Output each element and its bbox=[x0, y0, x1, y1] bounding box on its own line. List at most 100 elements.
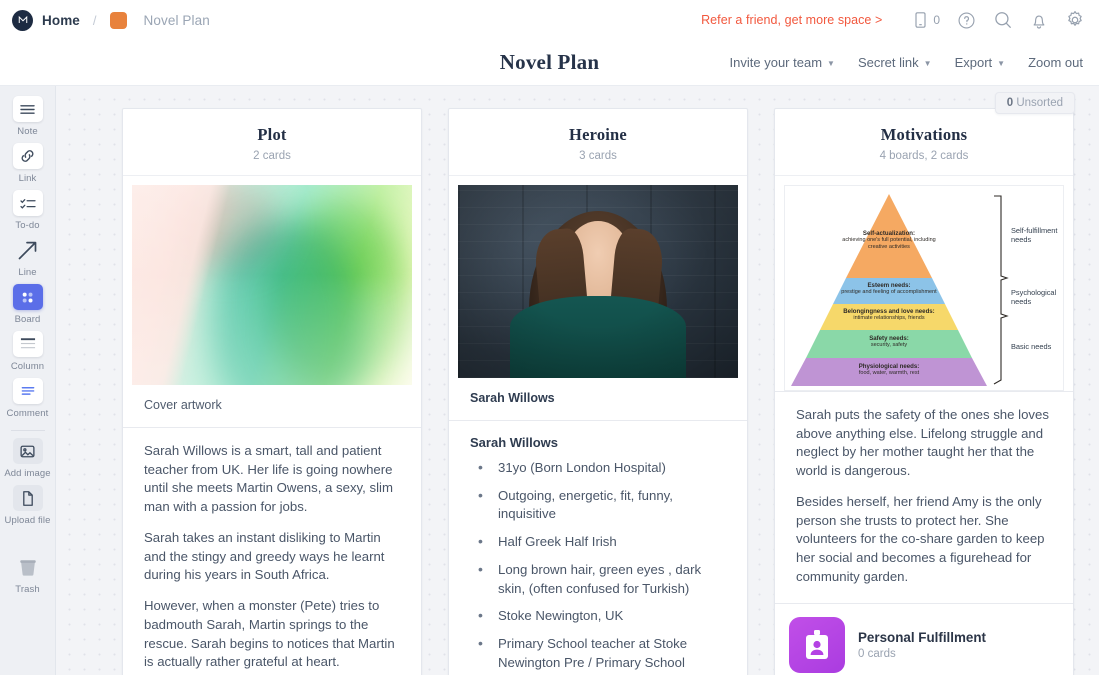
paragraph: However, when a monster (Pete) tries to … bbox=[144, 598, 395, 670]
card-maslow-diagram[interactable]: Self-actualization: achieving one's full… bbox=[775, 176, 1073, 392]
card-caption: Cover artwork bbox=[144, 398, 222, 412]
tool-comment[interactable]: Comment bbox=[0, 374, 56, 421]
board-canvas[interactable]: 0 Unsorted Plot 2 cards Cover artwork Sa… bbox=[56, 86, 1099, 675]
export-button[interactable]: Export ▼ bbox=[955, 55, 1006, 70]
card-body: Sarah puts the safety of the ones she lo… bbox=[775, 392, 1073, 603]
invite-your-team-label: Invite your team bbox=[729, 55, 823, 70]
bracket-label: Psychological needs bbox=[1011, 288, 1057, 307]
pyramid-brackets: Self-fulfillment needs Psychological nee… bbox=[991, 194, 1063, 386]
sarah-willows-portrait-photo bbox=[458, 185, 738, 378]
pyramid-level-belongingness: Belongingness and love needs: intimate r… bbox=[791, 304, 987, 330]
device-count-label: 0 bbox=[933, 13, 940, 27]
tool-todo[interactable]: To-do bbox=[0, 186, 56, 233]
tool-link-label: Link bbox=[18, 173, 37, 184]
workspace: Note Link To-do Line Board Column Commen… bbox=[0, 86, 1099, 675]
app-root: Home / Novel Plan Refer a friend, get mo… bbox=[0, 0, 1099, 675]
board-card-count: 0 cards bbox=[858, 647, 896, 660]
tool-comment-label: Comment bbox=[6, 408, 49, 419]
board-text: Personal Fulfillment 0 cards bbox=[858, 630, 986, 660]
connected-devices[interactable]: 0 bbox=[913, 11, 940, 29]
line-arrow-icon bbox=[13, 237, 43, 263]
column-title[interactable]: Motivations bbox=[785, 125, 1063, 145]
tool-rail: Note Link To-do Line Board Column Commen… bbox=[0, 86, 56, 675]
tool-line[interactable]: Line bbox=[0, 233, 56, 280]
secret-link-button[interactable]: Secret link ▼ bbox=[858, 55, 932, 70]
bracket-label: Basic needs bbox=[1011, 342, 1052, 351]
paragraph: Sarah takes an instant disliking to Mart… bbox=[144, 529, 385, 583]
breadcrumb-document[interactable]: Novel Plan bbox=[144, 13, 210, 28]
id-badge-icon bbox=[789, 616, 845, 673]
top-bar: Home / Novel Plan Refer a friend, get mo… bbox=[0, 0, 1099, 40]
zoom-out-button[interactable]: Zoom out bbox=[1028, 55, 1083, 70]
chevron-down-icon: ▼ bbox=[827, 59, 835, 68]
tool-todo-label: To-do bbox=[15, 220, 40, 231]
list-item: Half Greek Half Irish bbox=[470, 532, 726, 552]
tool-link[interactable]: Link bbox=[0, 139, 56, 186]
level-title: Safety needs: bbox=[869, 335, 909, 342]
paragraph: Sarah puts the safety of the ones she lo… bbox=[796, 407, 1049, 479]
tool-trash[interactable]: Trash bbox=[0, 550, 56, 597]
milanote-logo-icon[interactable] bbox=[12, 9, 33, 31]
unsorted-badge[interactable]: 0 Unsorted bbox=[994, 92, 1075, 114]
page-title-text[interactable]: Novel Plan bbox=[500, 50, 599, 74]
maslow-hierarchy-of-needs-pyramid: Self-actualization: achieving one's full… bbox=[784, 185, 1064, 391]
document-color-swatch[interactable] bbox=[109, 11, 127, 29]
tool-board[interactable]: Board bbox=[0, 280, 56, 327]
paragraph: Besides herself, her friend Amy is the o… bbox=[796, 493, 1045, 584]
document-menu: Invite your team ▼ Secret link ▼ Export … bbox=[730, 55, 1099, 70]
card-board-personal-fulfillment[interactable]: Personal Fulfillment 0 cards bbox=[775, 603, 1073, 675]
tool-add-image[interactable]: Add image bbox=[0, 434, 56, 481]
mobile-icon bbox=[913, 11, 928, 29]
card-heroine-photo[interactable]: Sarah Willows bbox=[449, 176, 747, 421]
card-plot-summary[interactable]: Sarah Willows is a smart, tall and patie… bbox=[123, 428, 421, 675]
column-title[interactable]: Heroine bbox=[459, 125, 737, 145]
breadcrumb-separator: / bbox=[92, 12, 97, 28]
tool-board-label: Board bbox=[14, 314, 41, 325]
zoom-out-label: Zoom out bbox=[1028, 55, 1083, 70]
trash-icon bbox=[13, 554, 43, 580]
bracket-label: Self-fulfillment needs bbox=[1011, 226, 1058, 245]
tool-upload-file[interactable]: Upload file bbox=[0, 481, 56, 528]
unsorted-label: Unsorted bbox=[1016, 97, 1063, 109]
level-title: Esteem needs: bbox=[867, 282, 911, 289]
board-row[interactable]: Personal Fulfillment 0 cards bbox=[775, 604, 1073, 675]
list-item: Primary School teacher at Stoke Newingto… bbox=[470, 634, 726, 672]
list-item: Outgoing, energetic, fit, funny, inquisi… bbox=[470, 486, 726, 524]
column-plot[interactable]: Plot 2 cards Cover artwork Sarah Willows… bbox=[122, 108, 422, 675]
pyramid-level-self-actualization: Self-actualization: achieving one's full… bbox=[791, 194, 987, 278]
todo-icon bbox=[12, 190, 43, 216]
pyramid-level-esteem: Esteem needs: prestige and feeling of ac… bbox=[791, 278, 987, 304]
tool-trash-label: Trash bbox=[15, 584, 40, 595]
card-image-wrap: Self-actualization: achieving one's full… bbox=[775, 176, 1073, 391]
tool-upload-file-label: Upload file bbox=[4, 515, 51, 526]
list-item: Stoke Newington, UK bbox=[470, 606, 726, 626]
comment-icon bbox=[12, 378, 43, 404]
card-heroine-details[interactable]: Sarah Willows 31yo (Born London Hospital… bbox=[449, 421, 747, 675]
column-header: Motivations 4 boards, 2 cards bbox=[775, 109, 1073, 176]
refer-a-friend-link[interactable]: Refer a friend, get more space > bbox=[701, 13, 882, 27]
column-subtitle: 4 boards, 2 cards bbox=[879, 150, 969, 162]
paragraph: Sarah Willows is a smart, tall and patie… bbox=[144, 443, 393, 515]
card-cover-artwork[interactable]: Cover artwork bbox=[123, 176, 421, 428]
column-title[interactable]: Plot bbox=[133, 125, 411, 145]
column-motivations[interactable]: Motivations 4 boards, 2 cards Self-actua… bbox=[774, 108, 1074, 675]
column-heroine[interactable]: Heroine 3 cards Sarah Willows Sarah Will… bbox=[448, 108, 748, 675]
notifications-icon[interactable] bbox=[1030, 11, 1048, 30]
breadcrumb-home[interactable]: Home bbox=[42, 13, 80, 28]
rail-divider bbox=[10, 430, 45, 431]
top-bar-actions: Refer a friend, get more space > 0 bbox=[701, 10, 1085, 30]
pyramid-level-safety: Safety needs: security, safety bbox=[791, 330, 987, 358]
level-desc: prestige and feeling of accomplishment bbox=[841, 289, 937, 296]
help-icon[interactable] bbox=[957, 11, 976, 30]
level-title: Belongingness and love needs: bbox=[843, 308, 935, 315]
search-icon[interactable] bbox=[993, 10, 1013, 30]
invite-your-team-button[interactable]: Invite your team ▼ bbox=[730, 55, 835, 70]
column-header: Heroine 3 cards bbox=[449, 109, 747, 176]
tool-column[interactable]: Column bbox=[0, 327, 56, 374]
note-icon bbox=[12, 96, 43, 122]
card-motivation-notes[interactable]: Sarah puts the safety of the ones she lo… bbox=[775, 392, 1073, 604]
card-body: Sarah Willows 31yo (Born London Hospital… bbox=[449, 421, 747, 675]
board-name: Personal Fulfillment bbox=[858, 629, 986, 645]
settings-icon[interactable] bbox=[1065, 10, 1085, 30]
tool-note[interactable]: Note bbox=[0, 92, 56, 139]
